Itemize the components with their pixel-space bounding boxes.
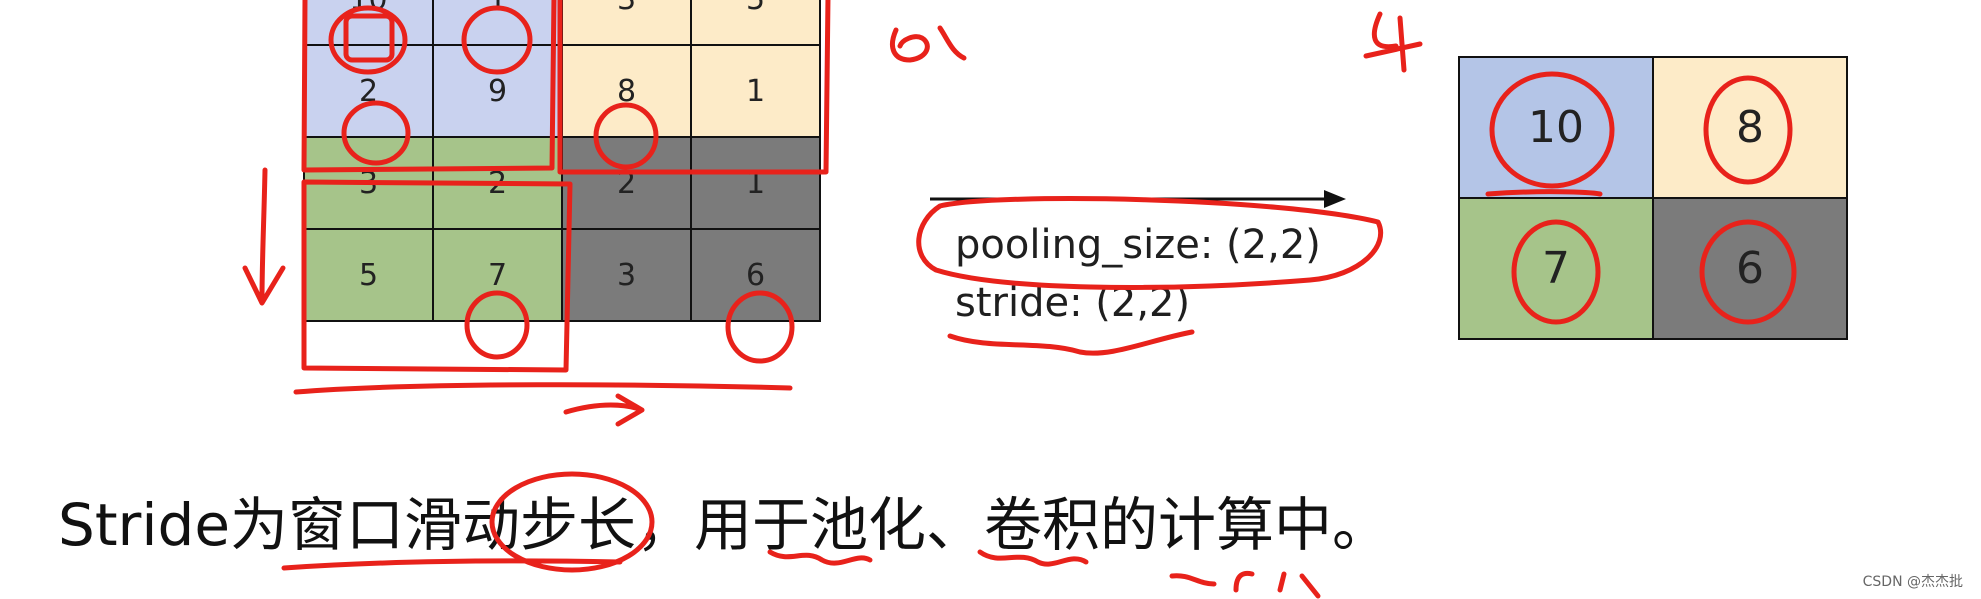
- pooling-size-label: pooling_size: (2,2): [955, 222, 1321, 268]
- input-cell: 10: [305, 0, 434, 46]
- caption-scribble: [1169, 570, 1321, 599]
- output-matrix: 10 8 7 6: [1458, 56, 1848, 340]
- input-cell: 3: [563, 230, 692, 322]
- handwritten-6: [890, 27, 930, 63]
- output-cell: 7: [1460, 199, 1654, 340]
- input-cell: 5: [305, 230, 434, 322]
- caption: Stride为窗口滑动步长，用于池化、卷积的计算中。: [58, 491, 1391, 559]
- stride-label: stride: (2,2): [955, 280, 1191, 326]
- input-cell: 3: [563, 0, 692, 46]
- output-cell: 10: [1460, 58, 1654, 199]
- input-cell: 2: [305, 46, 434, 138]
- watermark: CSDN @杰杰批: [1862, 574, 1963, 590]
- input-cell: 6: [692, 230, 821, 322]
- input-cell: 1: [692, 46, 821, 138]
- output-cell: 8: [1654, 58, 1848, 199]
- input-cell: 1: [692, 138, 821, 230]
- input-cell: 3: [305, 138, 434, 230]
- bottom-underline: [293, 382, 793, 395]
- output-cell: 6: [1654, 199, 1848, 340]
- input-matrix: 10135298132215736: [303, 0, 821, 322]
- input-cell: 8: [563, 46, 692, 138]
- stride-underline: [947, 329, 1195, 356]
- handwritten-6-stroke: [937, 25, 967, 61]
- input-cell: 1: [434, 0, 563, 46]
- handwritten-4: [1363, 11, 1423, 73]
- input-cell: 5: [692, 0, 821, 46]
- input-cell: 2: [434, 138, 563, 230]
- input-cell: 9: [434, 46, 563, 138]
- right-arrow: [563, 393, 645, 427]
- transform-arrow: [930, 190, 1346, 208]
- input-cell: 2: [563, 138, 692, 230]
- input-cell: 7: [434, 230, 563, 322]
- down-arrow: [242, 167, 286, 306]
